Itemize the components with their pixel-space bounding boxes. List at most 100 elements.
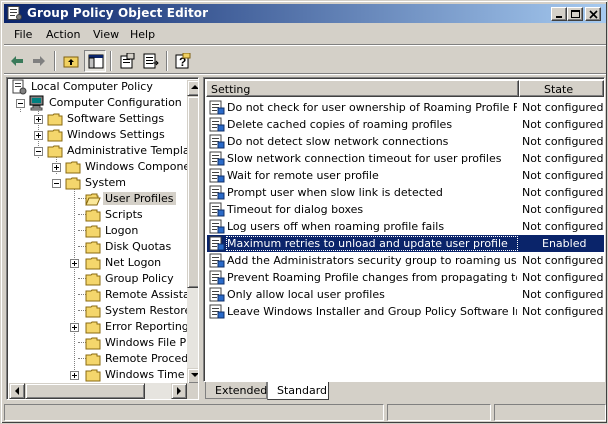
column-header-state[interactable]: State — [519, 80, 604, 97]
minimize-button[interactable] — [551, 7, 567, 21]
tree-node-label: Error Reporting — [105, 320, 189, 333]
expand-toggle[interactable] — [34, 131, 43, 140]
scroll-thumb[interactable] — [187, 96, 198, 288]
collapse-toggle[interactable] — [34, 147, 43, 156]
maximize-button[interactable] — [567, 7, 583, 21]
setting-row[interactable]: Delete cached copies of roaming profiles… — [207, 116, 604, 133]
tree-node-label: User Profiles — [103, 192, 176, 205]
maximize-icon — [571, 10, 580, 18]
tab-standard[interactable]: Standard — [267, 382, 329, 400]
expand-toggle[interactable] — [70, 259, 79, 268]
policy-setting-icon — [209, 236, 225, 251]
tree-node-label: Windows Components — [85, 160, 199, 173]
policy-setting-icon — [209, 287, 225, 302]
close-button[interactable] — [585, 7, 601, 21]
expand-toggle[interactable] — [52, 163, 61, 172]
column-header-setting[interactable]: Setting — [206, 80, 519, 97]
policy-setting-icon — [209, 134, 225, 149]
status-cell — [494, 404, 606, 421]
close-icon — [589, 10, 598, 19]
scroll-thumb[interactable] — [25, 383, 145, 399]
setting-row[interactable]: Add the Administrators security group to… — [207, 252, 604, 269]
menu-action[interactable]: Action — [46, 28, 80, 41]
tree-node-label: System — [85, 176, 127, 189]
tab-label: Extended — [215, 384, 268, 397]
arrow-left-icon — [15, 387, 19, 395]
setting-row[interactable]: Slow network connection timeout for user… — [207, 150, 604, 167]
policy-setting-icon — [209, 151, 225, 166]
forward-arrow-icon — [33, 56, 45, 66]
export-list-button[interactable] — [140, 50, 162, 72]
setting-name: Add the Administrators security group to… — [227, 254, 517, 267]
scroll-right-button[interactable] — [171, 383, 187, 399]
tree-node-label: Administrative Templates — [67, 144, 199, 157]
setting-row[interactable]: Prompt user when slow link is detected No… — [207, 184, 604, 201]
setting-row[interactable]: Maximum retries to unload and update use… — [207, 235, 604, 252]
expand-toggle[interactable] — [70, 323, 79, 332]
setting-name: Delete cached copies of roaming profiles — [227, 118, 453, 131]
help-button[interactable]: ? — [172, 50, 194, 72]
back-arrow-icon — [11, 56, 23, 66]
menu-bar: File Action View Help — [4, 25, 606, 45]
policy-setting-icon — [209, 185, 225, 200]
tree-node-label: Logon — [105, 224, 139, 237]
setting-name: Maximum retries to unload and update use… — [226, 236, 518, 251]
setting-name: Only allow local user profiles — [227, 288, 385, 301]
setting-row[interactable]: Log users off when roaming profile fails… — [207, 218, 604, 235]
tree-vertical-scrollbar[interactable] — [187, 80, 198, 384]
setting-row[interactable]: Only allow local user profiles Not config… — [207, 286, 604, 303]
forward-button[interactable] — [28, 50, 50, 72]
setting-state: Not configured — [522, 305, 604, 318]
policy-setting-icon — [209, 253, 225, 268]
menu-view[interactable]: View — [93, 28, 119, 41]
tree-pane[interactable]: Local Computer Policy Computer Configura… — [6, 77, 199, 400]
menu-file[interactable]: File — [14, 28, 32, 41]
menu-help[interactable]: Help — [130, 28, 155, 41]
policy-setting-icon — [209, 202, 225, 217]
tree-node-label: Disk Quotas — [105, 240, 172, 253]
show-hide-tree-button[interactable] — [84, 50, 106, 72]
scroll-left-button[interactable] — [9, 383, 25, 399]
tree-node-label: Computer Configuration — [49, 96, 182, 109]
policy-setting-icon — [209, 117, 225, 132]
properties-icon — [120, 53, 135, 69]
back-button[interactable] — [6, 50, 28, 72]
folder-icon — [65, 161, 81, 174]
setting-name: Leave Windows Installer and Group Policy… — [227, 305, 517, 318]
folder-icon — [85, 321, 101, 334]
folder-icon — [85, 353, 101, 366]
setting-state: Not configured — [522, 101, 604, 114]
setting-name: Log users off when roaming profile fails — [227, 220, 445, 233]
title-bar[interactable]: Group Policy Object Editor — [4, 4, 606, 23]
folder-icon — [85, 305, 101, 318]
setting-state: Not configured — [522, 169, 604, 182]
setting-row[interactable]: Leave Windows Installer and Group Policy… — [207, 303, 604, 320]
up-one-level-button[interactable] — [60, 50, 82, 72]
setting-row[interactable]: Prevent Roaming Profile changes from pro… — [207, 269, 604, 286]
collapse-toggle[interactable] — [16, 99, 25, 108]
toolbar-separator — [54, 51, 56, 71]
folder-icon — [85, 273, 101, 286]
folder-icon — [47, 113, 63, 126]
setting-row[interactable]: Wait for remote user profile Not configur… — [207, 167, 604, 184]
setting-row[interactable]: Do not check for user ownership of Roami… — [207, 99, 604, 116]
settings-list-pane[interactable]: Setting State Do not check for user owne… — [203, 77, 605, 382]
expand-toggle[interactable] — [70, 371, 79, 380]
tree-horizontal-scrollbar[interactable] — [9, 383, 187, 399]
tab-extended[interactable]: Extended — [205, 382, 267, 399]
setting-state: Not configured — [522, 288, 604, 301]
properties-button[interactable] — [116, 50, 138, 72]
expand-toggle[interactable] — [34, 115, 43, 124]
tree-node-label: Remote Assistance — [105, 288, 198, 301]
setting-name: Slow network connection timeout for user… — [227, 152, 502, 165]
policy-setting-icon — [209, 168, 225, 183]
setting-row[interactable]: Timeout for dialog boxes Not configured — [207, 201, 604, 218]
scroll-down-button[interactable] — [187, 368, 198, 384]
scroll-up-button[interactable] — [187, 80, 198, 96]
folder-icon — [85, 225, 101, 238]
setting-row[interactable]: Do not detect slow network connections No… — [207, 133, 604, 150]
tree-node-label: Group Policy — [105, 272, 174, 285]
collapse-toggle[interactable] — [52, 179, 61, 188]
folder-icon — [65, 177, 81, 190]
setting-name: Timeout for dialog boxes — [227, 203, 364, 216]
